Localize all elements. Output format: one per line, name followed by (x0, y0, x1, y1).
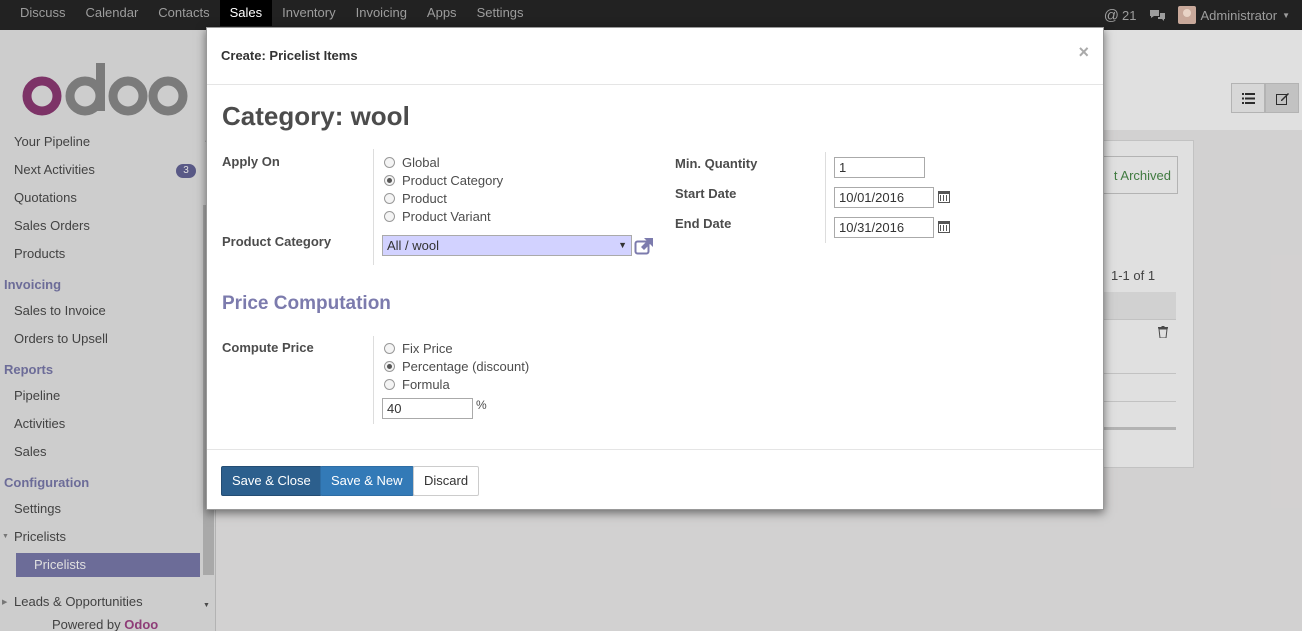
user-name: Administrator (1200, 7, 1278, 23)
end-date-label: End Date (675, 216, 732, 231)
menu-apps[interactable]: Apps (417, 0, 467, 26)
radio-icon (384, 193, 395, 204)
modal-title: Create: Pricelist Items (221, 48, 358, 63)
menu-sales[interactable]: Sales (219, 0, 273, 26)
calendar-icon[interactable] (938, 221, 950, 233)
formula-radio[interactable]: Formula (384, 377, 450, 392)
close-icon[interactable]: × (1078, 42, 1089, 63)
chat-bubbles-icon (1149, 9, 1165, 21)
radio-icon (384, 379, 395, 390)
avatar (1177, 6, 1196, 24)
radio-label: Global (402, 155, 440, 170)
price-computation-title: Price Computation (222, 293, 391, 314)
product-category-select[interactable]: All / wool ▼ (382, 235, 632, 256)
radio-icon (384, 343, 395, 354)
top-navbar: Discuss Calendar Contacts Sales Inventor… (0, 0, 1302, 30)
min-quantity-label: Min. Quantity (675, 156, 758, 171)
radio-icon (384, 211, 395, 222)
discard-button[interactable]: Discard (413, 466, 480, 496)
modal-footer: Save & Close Save & New Discard (207, 449, 1103, 510)
radio-checked-icon (384, 361, 395, 372)
percent-discount-input[interactable]: 40 (382, 398, 473, 419)
product-category-label: Product Category (222, 234, 332, 249)
radio-label: Percentage (discount) (402, 359, 530, 374)
fix-price-radio[interactable]: Fix Price (384, 341, 453, 356)
radio-label: Product Category (402, 173, 504, 188)
dropdown-arrow-icon: ▼ (618, 240, 627, 250)
app-menu: Discuss Calendar Contacts Sales Inventor… (10, 0, 534, 30)
mentions-counter[interactable]: @ 21 (1104, 7, 1137, 24)
apply-on-variant-radio[interactable]: Product Variant (384, 209, 491, 224)
percent-unit: % (476, 398, 487, 412)
menu-contacts[interactable]: Contacts (148, 0, 219, 26)
apply-on-label: Apply On (222, 154, 280, 169)
radio-label: Product (402, 191, 447, 206)
start-date-input[interactable]: 10/01/2016 (834, 187, 934, 208)
chat-toggle[interactable] (1149, 9, 1166, 22)
user-menu[interactable]: Administrator ▼ (1177, 6, 1290, 24)
apply-on-category-radio[interactable]: Product Category (384, 173, 503, 188)
menu-discuss[interactable]: Discuss (10, 0, 76, 26)
min-quantity-input[interactable]: 1 (834, 157, 925, 178)
modal-header: Create: Pricelist Items × (207, 28, 1103, 85)
product-category-value: All / wool (387, 238, 440, 253)
percentage-radio[interactable]: Percentage (discount) (384, 359, 529, 374)
field-divider (373, 336, 374, 424)
caret-down-icon: ▼ (1282, 10, 1290, 20)
record-title: Category: wool (222, 101, 410, 131)
field-divider (373, 149, 374, 265)
radio-label: Fix Price (402, 341, 453, 356)
radio-label: Product Variant (402, 209, 491, 224)
radio-label: Formula (402, 377, 450, 392)
menu-invoicing[interactable]: Invoicing (346, 0, 417, 26)
apply-on-global-radio[interactable]: Global (384, 155, 440, 170)
radio-checked-icon (384, 175, 395, 186)
apply-on-product-radio[interactable]: Product (384, 191, 447, 206)
external-link-icon[interactable] (634, 237, 654, 255)
start-date-label: Start Date (675, 186, 737, 201)
save-new-button[interactable]: Save & New (320, 466, 414, 496)
create-pricelist-item-dialog: Create: Pricelist Items × Category: wool… (206, 27, 1104, 510)
end-date-input[interactable]: 10/31/2016 (834, 217, 934, 238)
menu-calendar[interactable]: Calendar (76, 0, 149, 26)
compute-price-label: Compute Price (222, 340, 314, 355)
mentions-count: 21 (1122, 7, 1137, 23)
systray: @ 21 Administrator ▼ (1104, 0, 1302, 30)
save-close-button[interactable]: Save & Close (221, 466, 322, 496)
field-divider (825, 152, 826, 243)
radio-icon (384, 157, 395, 168)
menu-inventory[interactable]: Inventory (272, 0, 345, 26)
menu-settings[interactable]: Settings (467, 0, 534, 26)
calendar-icon[interactable] (938, 191, 950, 203)
at-icon: @ (1103, 6, 1120, 24)
